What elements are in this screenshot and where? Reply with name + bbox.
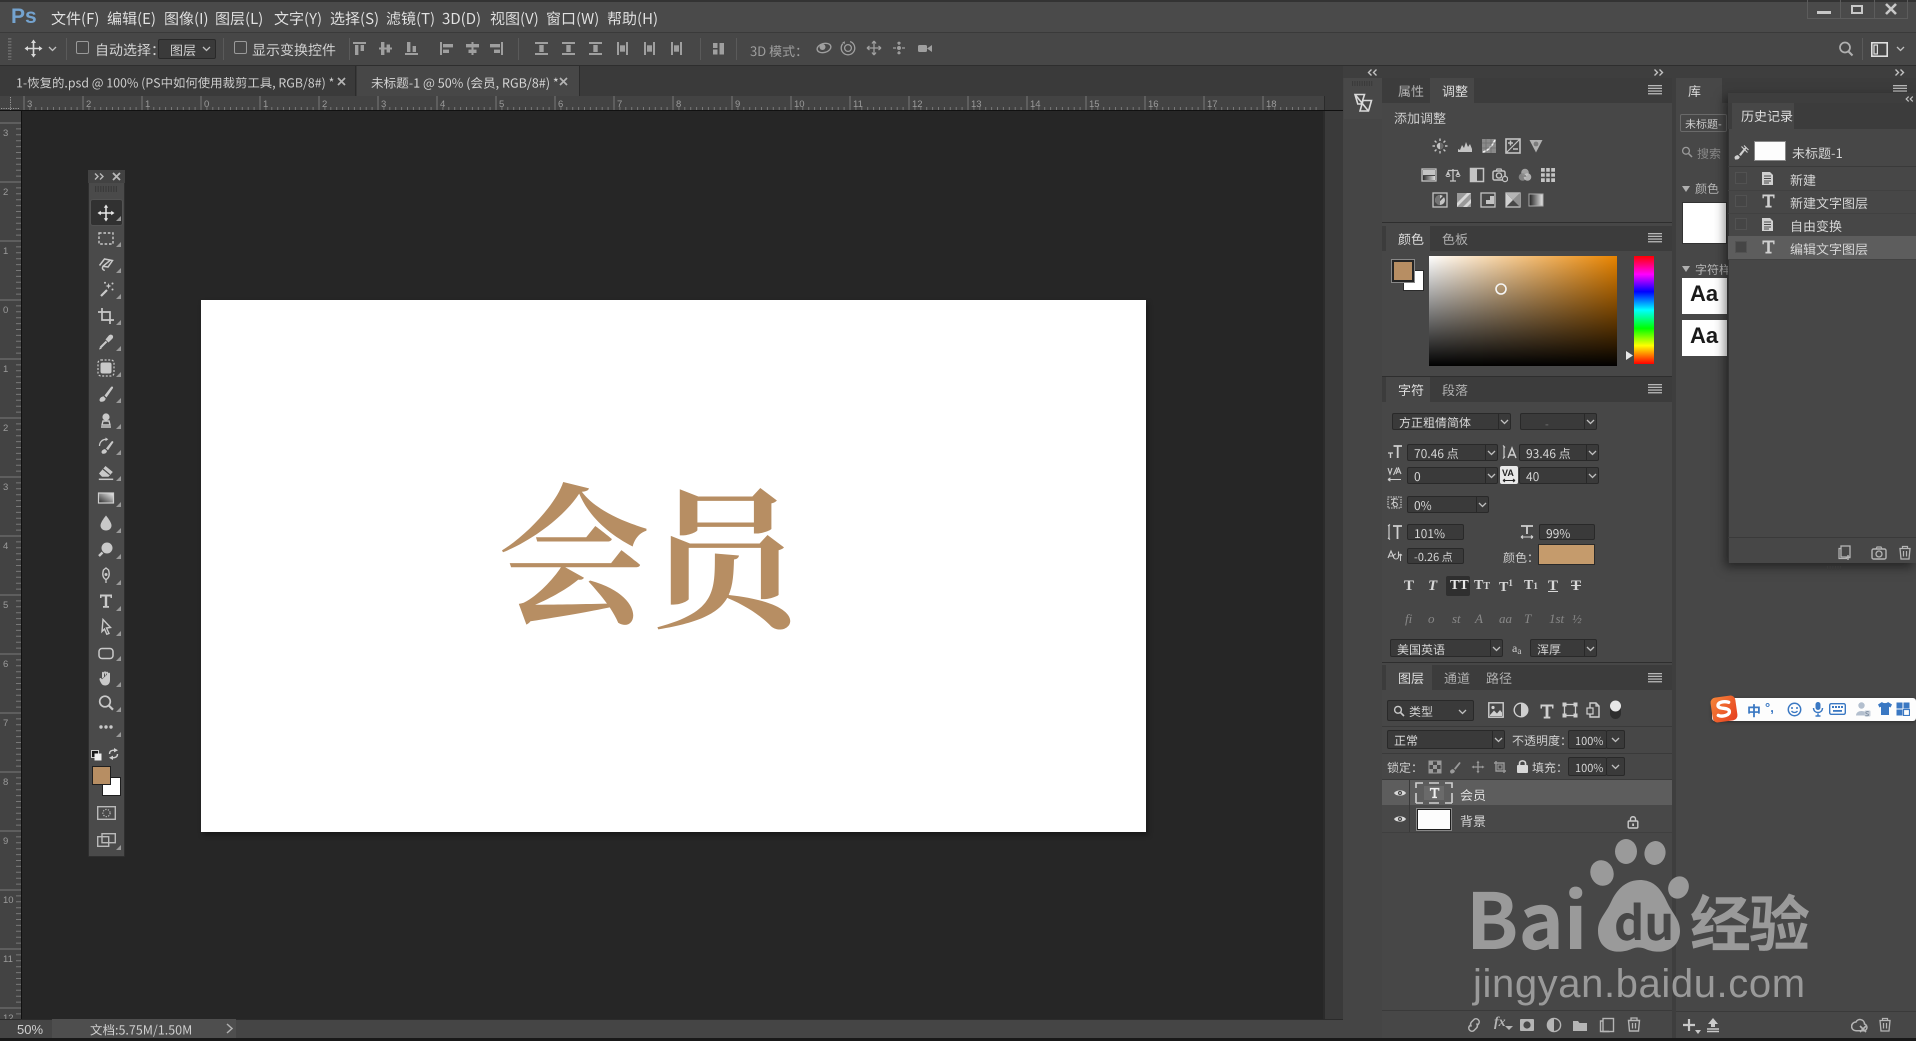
svg-text:18: 18 — [1266, 99, 1277, 110]
svg-text:1: 1 — [3, 246, 8, 257]
svg-text:1: 1 — [145, 99, 150, 110]
svg-text:7: 7 — [617, 99, 622, 110]
svg-text:4: 4 — [3, 541, 8, 552]
svg-text:5: 5 — [3, 600, 8, 611]
svg-text:8: 8 — [3, 777, 8, 788]
svg-text:2: 2 — [322, 99, 327, 110]
svg-text:11: 11 — [853, 99, 863, 110]
svg-text:2: 2 — [86, 99, 91, 110]
svg-text:13: 13 — [971, 99, 982, 110]
svg-text:17: 17 — [1207, 99, 1218, 110]
svg-text:11: 11 — [3, 954, 13, 965]
svg-text:2: 2 — [3, 423, 8, 434]
svg-text:9: 9 — [735, 99, 740, 110]
svg-text:0: 0 — [3, 305, 8, 316]
svg-text:0: 0 — [204, 99, 209, 110]
svg-text:3: 3 — [3, 128, 8, 139]
svg-text:16: 16 — [1148, 99, 1159, 110]
svg-text:12: 12 — [912, 99, 923, 110]
svg-text:15: 15 — [1089, 99, 1100, 110]
svg-text:2: 2 — [3, 187, 8, 198]
svg-text:9: 9 — [3, 836, 8, 847]
svg-text:10: 10 — [3, 895, 14, 906]
svg-text:14: 14 — [1030, 99, 1041, 110]
svg-text:6: 6 — [558, 99, 563, 110]
svg-text:3: 3 — [381, 99, 386, 110]
svg-text:1: 1 — [263, 99, 268, 110]
svg-text:4: 4 — [440, 99, 445, 110]
svg-text:3: 3 — [27, 99, 32, 110]
svg-text:3: 3 — [3, 482, 8, 493]
svg-text:6: 6 — [3, 659, 8, 670]
svg-text:8: 8 — [676, 99, 681, 110]
svg-text:10: 10 — [794, 99, 805, 110]
svg-text:1: 1 — [3, 364, 8, 375]
svg-text:5: 5 — [499, 99, 504, 110]
svg-text:7: 7 — [3, 718, 8, 729]
